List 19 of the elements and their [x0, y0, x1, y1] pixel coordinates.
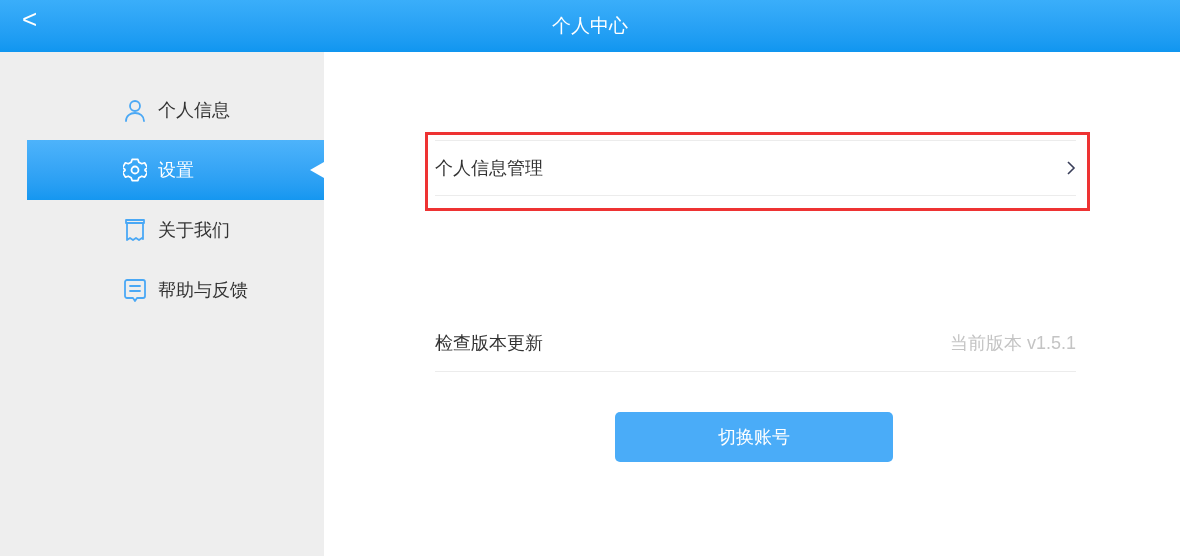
scroll-icon	[123, 218, 147, 242]
row-label: 检查版本更新	[435, 332, 543, 355]
sidebar-item[interactable]: 个人信息	[27, 80, 324, 140]
settings-row[interactable]: 检查版本更新 当前版本 v1.5.1	[435, 316, 1076, 372]
sidebar-label: 个人信息	[158, 98, 230, 122]
sidebar-label: 关于我们	[158, 218, 230, 242]
settings-icon	[123, 158, 147, 182]
message-icon	[123, 278, 147, 302]
settings-row[interactable]: 个人信息管理	[435, 140, 1076, 196]
page-title: 个人中心	[552, 13, 628, 38]
sidebar-item[interactable]: 关于我们	[27, 200, 324, 260]
sidebar-label: 帮助与反馈	[158, 278, 248, 302]
sidebar-label: 设置	[158, 158, 194, 182]
user-icon	[123, 98, 147, 122]
row-label: 个人信息管理	[435, 156, 543, 180]
chevron-right-icon	[1066, 160, 1076, 176]
pointer-icon	[310, 162, 324, 178]
sidebar-item[interactable]: 帮助与反馈	[27, 260, 324, 320]
version-text: 当前版本 v1.5.1	[949, 332, 1076, 355]
